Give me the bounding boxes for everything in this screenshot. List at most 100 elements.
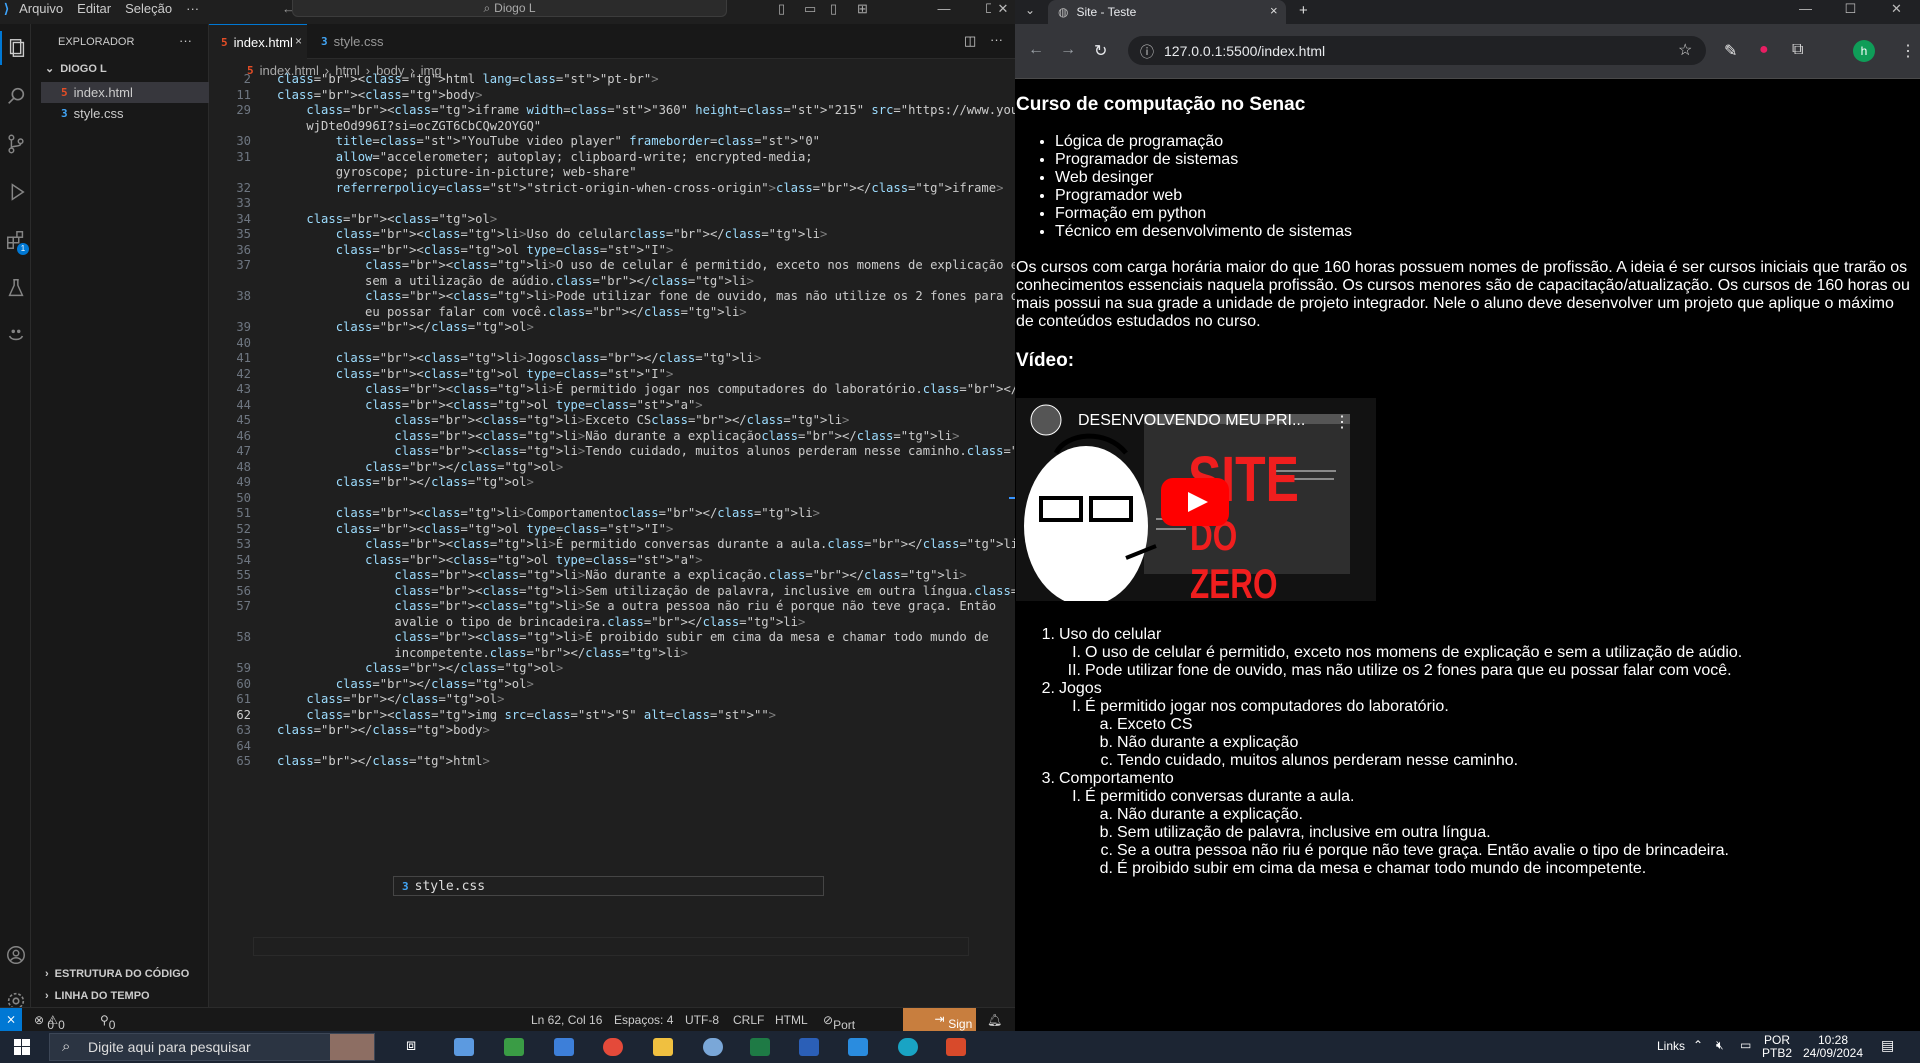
errors-indicator[interactable]: ⊗ 0 ⚠ 0 <box>34 1013 65 1032</box>
layout-toggle-icon[interactable]: ▯ <box>778 1 785 17</box>
code-line: class="br"><class="tg">html lang=class="… <box>277 72 659 86</box>
language-mode[interactable]: HTML <box>775 1013 808 1027</box>
cursor-position[interactable]: Ln 62, Col 16 <box>531 1013 602 1027</box>
menu-more[interactable]: ··· <box>186 1 199 16</box>
customize-layout-icon[interactable]: ⊞ <box>857 1 868 17</box>
app-icon[interactable] <box>703 1038 723 1056</box>
app-icon[interactable] <box>504 1038 524 1056</box>
address-bar[interactable]: ⓘ 127.0.0.1:5500/index.html ☆ <box>1128 36 1706 65</box>
new-tab-icon[interactable]: + <box>1299 2 1308 19</box>
explorer-icon[interactable] <box>0 31 31 65</box>
indentation[interactable]: Espaços: 4 <box>614 1013 673 1027</box>
run-debug-icon[interactable] <box>0 175 31 209</box>
outline-section[interactable]: › ESTRUTURA DO CÓDIGO <box>45 968 189 980</box>
browser-tab[interactable]: ◍ Site - Teste <box>1048 0 1286 24</box>
chrome-close-icon[interactable]: ✕ <box>1873 0 1920 17</box>
task-view-icon[interactable]: ⧈ <box>406 1037 416 1055</box>
vscode-close-icon[interactable]: ✕ <box>991 0 1015 17</box>
line-number: 39 <box>236 320 251 334</box>
tab-index-html[interactable]: 5 index.html <box>209 24 307 59</box>
menu-arquivo[interactable]: Arquivo <box>19 1 63 16</box>
line-number: 47 <box>236 444 251 458</box>
vscode-minimize-icon[interactable]: — <box>921 0 967 17</box>
sign-in-button[interactable]: ⇥ Sign In <box>903 1008 976 1053</box>
back-arrow-icon[interactable]: ← <box>1028 41 1044 59</box>
chrome-icon[interactable] <box>603 1038 623 1056</box>
notification-center-icon[interactable]: ▤ <box>1881 1038 1894 1052</box>
secondary-sidebar-icon[interactable]: ▯ <box>830 1 837 17</box>
youtube-play-button[interactable] <box>1161 478 1229 526</box>
chrome-minimize-icon[interactable]: — <box>1783 0 1828 17</box>
live-server-port[interactable]: ⊘ Port : 5500 <box>823 1013 860 1060</box>
timeline-section[interactable]: › LINHA DO TEMPO <box>45 990 150 1002</box>
code-line: class="br"><class="tg">ol type=class="st… <box>365 397 703 412</box>
close-tab-icon[interactable]: × <box>295 34 302 48</box>
tab-search-icon[interactable]: ⌄ <box>1025 3 1035 17</box>
line-number: 34 <box>236 211 251 226</box>
chrome-menu-icon[interactable]: ⋮ <box>1900 41 1916 61</box>
code-editor[interactable]: 2 class="br"><class="tg">html lang=class=… <box>209 72 1196 1007</box>
remote-indicator-icon[interactable]: ⨯ <box>0 1008 22 1032</box>
end-of-line[interactable]: CRLF <box>733 1013 764 1027</box>
tab-style-css[interactable]: 3 style.css <box>309 24 395 59</box>
volume-muted-icon[interactable]: 🔇︎ <box>1716 1039 1724 1052</box>
line-number: 58 <box>236 630 251 644</box>
encoding[interactable]: UTF-8 <box>685 1013 719 1027</box>
rule-text: Não durante a explicação. <box>1117 806 1303 823</box>
line-number: 44 <box>236 397 251 412</box>
file-item-style[interactable]: 3 style.css <box>41 106 123 121</box>
extension-icon[interactable]: ● <box>1759 41 1769 59</box>
line-number: 53 <box>236 537 251 551</box>
video-menu-icon[interactable]: ⋮ <box>1334 412 1350 432</box>
windows-start-icon[interactable] <box>14 1039 30 1055</box>
source-control-icon[interactable] <box>0 127 31 161</box>
rule-text: Se a outra pessoa não riu é porque não t… <box>1117 842 1729 859</box>
testing-flask-icon[interactable] <box>0 271 31 305</box>
close-tab-icon[interactable]: × <box>1270 3 1278 18</box>
chevron-up-icon[interactable]: ⌃ <box>1693 1039 1703 1052</box>
panel-toggle-icon[interactable]: ▭ <box>804 1 816 17</box>
account-icon[interactable] <box>0 938 31 972</box>
powerpoint-icon[interactable] <box>946 1038 966 1056</box>
edge-icon[interactable] <box>898 1038 918 1056</box>
language-indicator[interactable]: POR PTB2 <box>1762 1034 1792 1060</box>
profile-avatar[interactable]: h <box>1853 40 1875 62</box>
vscode-icon[interactable] <box>848 1038 868 1056</box>
taskbar-search[interactable]: ⌕ Digite aqui para pesquisar <box>49 1033 375 1061</box>
code-line: class="br"><class="tg">ol type=class="st… <box>365 552 703 567</box>
command-center[interactable]: ⌕ Diogo L <box>292 0 727 17</box>
excel-icon[interactable] <box>750 1038 770 1056</box>
site-info-icon[interactable]: ⓘ <box>1140 42 1154 62</box>
chrome-maximize-icon[interactable]: ☐ <box>1828 0 1873 17</box>
virtualbox-icon[interactable] <box>454 1038 474 1056</box>
extensions-puzzle-icon[interactable]: ⧉ <box>1792 41 1803 59</box>
word-icon[interactable] <box>799 1038 819 1056</box>
rule-text: Pode utilizar fone de ouvido, mas não ut… <box>1085 662 1732 679</box>
reload-icon[interactable]: ↻ <box>1094 41 1107 61</box>
store-icon[interactable] <box>554 1038 574 1056</box>
battery-icon[interactable]: ▭ <box>1740 1039 1751 1052</box>
eyedropper-extension-icon[interactable]: ✎ <box>1724 41 1737 61</box>
clock[interactable]: 10:28 24/09/2024 <box>1801 1034 1865 1060</box>
search-icon: ⌕ <box>62 1038 71 1055</box>
editor-more-icon[interactable]: ··· <box>990 32 1003 47</box>
ports-indicator[interactable]: ⚲ 0 <box>100 1013 115 1032</box>
file-item-index[interactable]: 5 index.html <box>41 82 209 103</box>
folder-header[interactable]: ⌄ DIOGO L <box>45 62 107 76</box>
youtube-embed[interactable]: DESENVOLVENDO MEU PRI... ⋮ SITE DO ZERO <box>1016 398 1376 601</box>
menu-editar[interactable]: Editar <box>77 1 111 16</box>
search-icon[interactable] <box>0 79 31 113</box>
links-toolbar[interactable]: Links <box>1657 1040 1685 1053</box>
menu-selecao[interactable]: Seleção <box>125 1 172 16</box>
rule-marker: 2. <box>1041 680 1055 697</box>
autocomplete-suggestion[interactable]: 3 style.css <box>393 876 824 896</box>
forward-arrow-icon[interactable]: → <box>1060 41 1076 59</box>
notifications-bell-icon[interactable]: 🔔︎ <box>987 1013 1002 1027</box>
bookmark-star-icon[interactable]: ☆ <box>1678 40 1692 60</box>
file-explorer-icon[interactable] <box>653 1038 673 1056</box>
live-share-icon[interactable] <box>0 319 31 353</box>
rule-text: Uso do celular <box>1059 626 1162 643</box>
search-icon: ⌕ <box>483 0 491 15</box>
split-editor-icon[interactable]: ◫ <box>964 33 976 49</box>
explorer-more-icon[interactable]: ··· <box>179 33 192 48</box>
